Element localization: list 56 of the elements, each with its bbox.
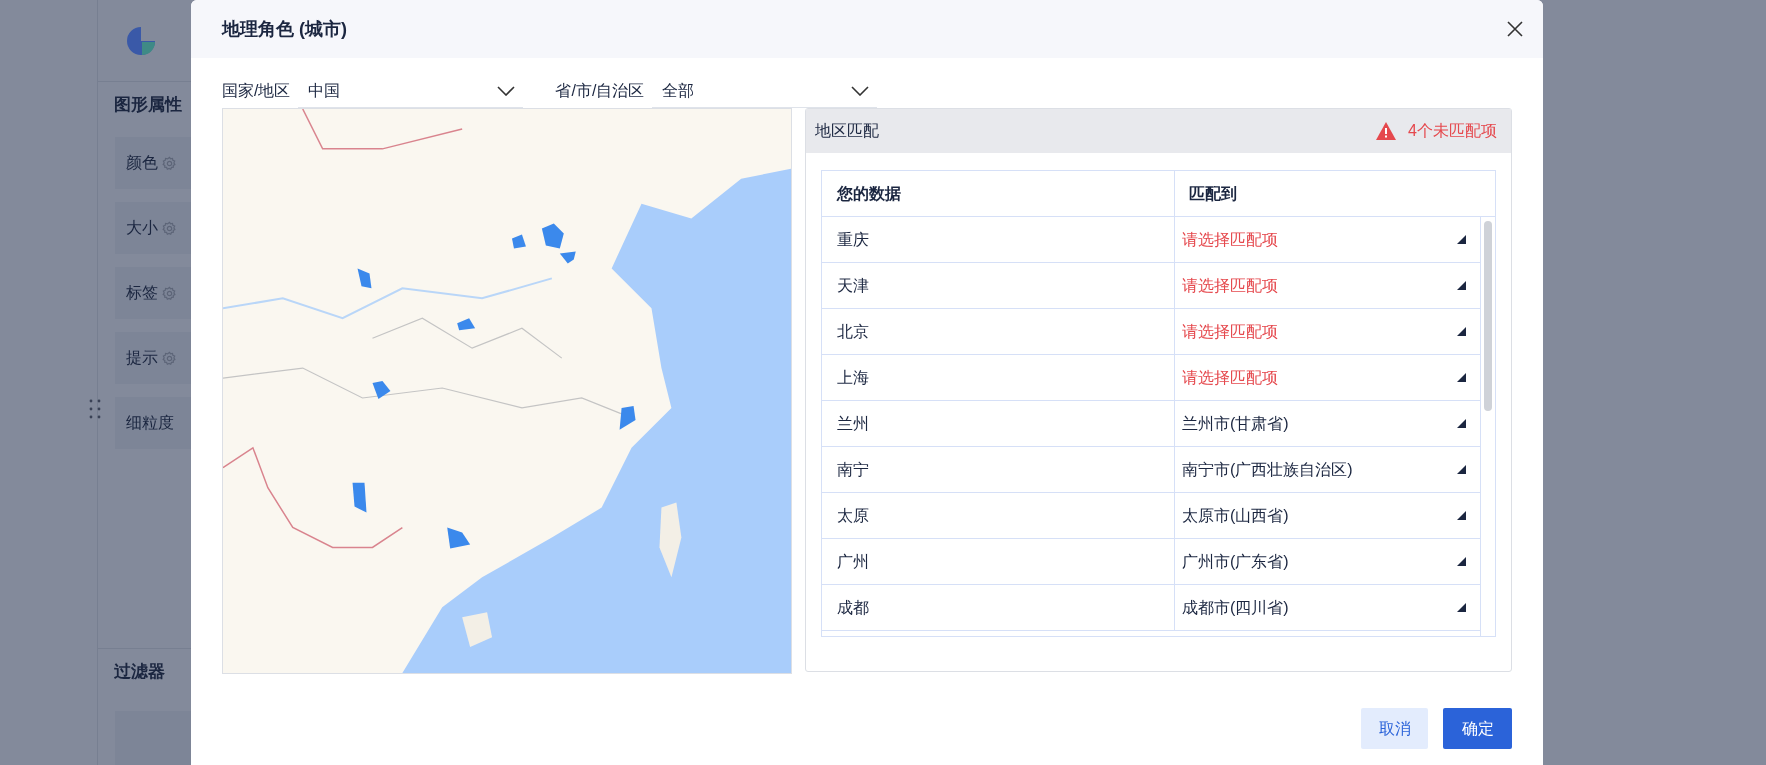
scrollbar-thumb[interactable]: [1484, 221, 1492, 411]
sidebar-item[interactable]: 细粒度: [115, 397, 191, 449]
match-dropdown[interactable]: 请选择匹配项: [1175, 355, 1480, 400]
confirm-button[interactable]: 确定: [1443, 708, 1512, 749]
table-cell: 成都: [822, 585, 1175, 630]
match-dropdown[interactable]: 成都市(四川省): [1175, 585, 1480, 630]
caret-icon: [1457, 327, 1466, 336]
section-title: 图形属性: [113, 94, 183, 116]
table-cell: 兰州: [822, 401, 1175, 446]
sidebar-item[interactable]: 提示: [115, 332, 191, 384]
caret-icon: [1457, 511, 1466, 520]
drag-handle-icon[interactable]: [88, 398, 102, 420]
gear-icon[interactable]: [162, 220, 177, 236]
table-cell: 广州: [822, 539, 1175, 584]
caret-icon: [1457, 419, 1466, 428]
sidebar-item[interactable]: 标签: [115, 267, 191, 319]
sidebar-item[interactable]: 颜色: [115, 137, 191, 189]
table-cell: 南宁: [822, 447, 1175, 492]
table-cell: 天津: [822, 263, 1175, 308]
filter-label: 省/市/自治区: [555, 81, 645, 101]
match-dropdown[interactable]: 太原市(山西省): [1175, 493, 1480, 538]
match-dropdown[interactable]: 请选择匹配项: [1175, 309, 1480, 354]
caret-icon: [1457, 235, 1466, 244]
column-header: 您的数据: [822, 171, 1175, 216]
cancel-button[interactable]: 取消: [1361, 708, 1428, 749]
caret-icon: [1457, 373, 1466, 382]
chevron-down-icon: [851, 85, 870, 96]
pie-chart-icon: [126, 25, 156, 56]
dialog-title: 地理角色 (城市): [222, 17, 347, 41]
filter-label: 国家/地区: [222, 81, 291, 101]
chevron-down-icon: [497, 85, 516, 96]
column-header: 匹配到: [1188, 183, 1238, 204]
sidebar-item[interactable]: 大小: [115, 202, 191, 254]
section-title: 过滤器: [113, 661, 166, 683]
warning-icon: [1376, 122, 1397, 140]
match-dropdown[interactable]: 广州市(广东省): [1175, 539, 1480, 584]
match-dropdown[interactable]: 请选择匹配项: [1175, 263, 1480, 308]
match-dropdown[interactable]: 请选择匹配项: [1175, 217, 1480, 262]
caret-icon: [1457, 465, 1466, 474]
table-cell: 北京: [822, 309, 1175, 354]
table-cell: 太原: [822, 493, 1175, 538]
caret-icon: [1457, 281, 1466, 290]
gear-icon[interactable]: [162, 350, 177, 366]
caret-icon: [1457, 557, 1466, 566]
match-dropdown[interactable]: 兰州市(甘肃省): [1175, 401, 1480, 446]
caret-icon: [1457, 603, 1466, 612]
dropdown[interactable]: 全部: [652, 74, 878, 108]
match-dropdown[interactable]: 南宁市(广西壮族自治区): [1175, 447, 1480, 492]
dropdown[interactable]: 中国: [298, 74, 524, 108]
warning-text: 4个未匹配项: [1376, 119, 1497, 143]
table-cell: 上海: [822, 355, 1175, 400]
table-cell: 重庆: [822, 217, 1175, 262]
gear-icon[interactable]: [162, 285, 177, 301]
gear-icon[interactable]: [162, 155, 177, 171]
panel-title: 地区匹配: [815, 121, 879, 141]
close-icon: [1507, 21, 1523, 37]
